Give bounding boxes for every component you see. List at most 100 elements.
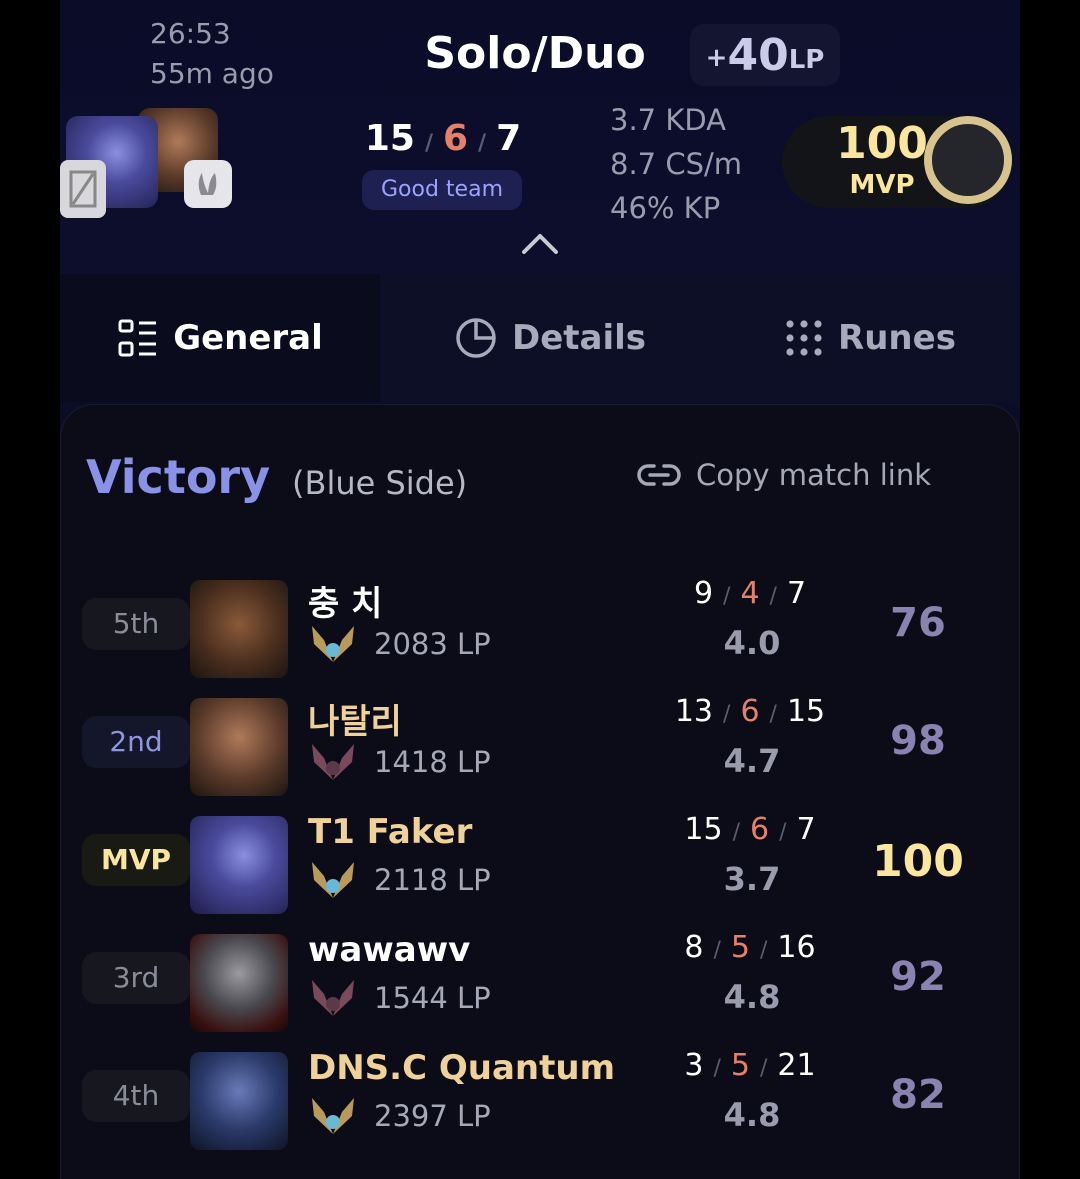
pie-chart-icon xyxy=(456,318,496,358)
cs-per-min: 8.7 CS/m xyxy=(610,147,743,181)
flash-spell-icon[interactable] xyxy=(60,160,106,218)
player-tier: 1544 LP xyxy=(308,976,491,1020)
deaths: 6 xyxy=(442,118,469,159)
team-badge: Good team xyxy=(362,170,522,210)
tier-emblem-icon xyxy=(312,1098,354,1134)
player-tier: 2118 LP xyxy=(308,858,491,902)
player-row[interactable]: 3rd wawawv 1544 LP 8/5/16 4.8 92 xyxy=(60,924,1020,1034)
deaths: 6 xyxy=(740,694,760,729)
player-name[interactable]: wawawv xyxy=(308,930,470,970)
champion-portrait[interactable] xyxy=(190,1052,288,1150)
kill-participation: 46% KP xyxy=(610,191,721,225)
player-lp: 2118 LP xyxy=(374,863,491,897)
match-card: 26:53 55m ago Solo/Duo + 40 LP 15/6/7 Go… xyxy=(60,0,1020,1179)
deaths: 6 xyxy=(750,812,770,847)
tab-runes[interactable]: Runes xyxy=(720,274,1020,402)
tab-general-label: General xyxy=(173,318,323,358)
kills: 8 xyxy=(684,930,704,965)
grid-dots-icon xyxy=(786,320,822,356)
deaths: 5 xyxy=(730,930,750,965)
player-rank: MVP xyxy=(82,834,190,886)
kills: 9 xyxy=(693,576,714,611)
player-lp: 1418 LP xyxy=(374,745,491,779)
team-side: (Blue Side) xyxy=(292,464,468,502)
kills: 3 xyxy=(684,1048,704,1083)
match-ago: 55m ago xyxy=(150,57,274,90)
lp-change-badge: + 40 LP xyxy=(690,24,840,86)
player-kda-ratio: 4.8 xyxy=(723,1096,781,1134)
assists: 7 xyxy=(496,118,522,159)
tab-runes-label: Runes xyxy=(838,318,956,358)
player-rank: 3rd xyxy=(82,952,190,1004)
player-score: 98 xyxy=(890,718,946,764)
player-row[interactable]: 5th 충 치 2083 LP 9/4/7 4.0 76 xyxy=(60,570,1020,680)
tab-bar: General Details Runes xyxy=(60,274,1020,402)
list-icon xyxy=(118,319,157,357)
copy-match-link-label: Copy match link xyxy=(696,458,932,492)
player-kda: 3/5/21 xyxy=(684,1048,816,1083)
player-name[interactable]: T1 Faker xyxy=(308,812,472,852)
player-kda-ratio: 4.8 xyxy=(723,978,781,1016)
player-lp: 2083 LP xyxy=(374,627,491,661)
player-kda-ratio: 3.7 xyxy=(723,860,781,898)
tier-emblem-icon xyxy=(312,626,354,662)
link-icon xyxy=(637,464,681,486)
kills: 15 xyxy=(684,812,723,847)
assists: 15 xyxy=(786,694,826,729)
lp-unit: LP xyxy=(788,45,825,75)
player-kda: 9/4/7 xyxy=(693,576,807,611)
mvp-label: MVP xyxy=(849,170,915,200)
kills: 15 xyxy=(364,118,415,159)
player-row[interactable]: 2nd 나탈리 1418 LP 13/6/15 4.7 98 xyxy=(60,688,1020,798)
tab-details[interactable]: Details xyxy=(380,274,720,402)
player-kda-ratio: 4.0 xyxy=(723,624,781,662)
tab-general[interactable]: General xyxy=(60,274,380,402)
lp-value: 40 xyxy=(727,29,789,81)
player-kda: 15/6/7 xyxy=(684,812,816,847)
player-name[interactable]: 나탈리 xyxy=(308,694,402,743)
score-ring-icon xyxy=(924,116,1012,204)
player-score: 92 xyxy=(890,954,946,1000)
match-stats: 3.7 KDA 8.7 CS/m 46% KP xyxy=(610,98,742,230)
player-rank: 2nd xyxy=(82,716,190,768)
player-name[interactable]: 충 치 xyxy=(308,576,382,625)
tab-details-label: Details xyxy=(511,318,647,358)
match-duration: 26:53 xyxy=(150,17,231,50)
assists: 7 xyxy=(796,812,816,847)
player-tier: 2397 LP xyxy=(308,1094,491,1138)
player-lp: 1544 LP xyxy=(374,981,491,1015)
rune-keystone-icon[interactable] xyxy=(184,160,232,208)
deaths: 4 xyxy=(740,576,760,611)
champion-portrait[interactable] xyxy=(190,934,288,1032)
tier-emblem-icon xyxy=(312,980,354,1016)
player-lp: 2397 LP xyxy=(374,1099,491,1133)
player-kda-ratio: 4.7 xyxy=(723,742,781,780)
lp-sign: + xyxy=(705,43,728,73)
champion-portrait[interactable] xyxy=(190,816,288,914)
match-time: 26:53 55m ago xyxy=(150,14,274,94)
copy-match-link-button[interactable]: Copy match link xyxy=(636,458,931,492)
champion-portrait[interactable] xyxy=(190,580,288,678)
assists: 7 xyxy=(786,576,807,611)
assists: 16 xyxy=(777,930,816,965)
champion-portrait[interactable] xyxy=(190,698,288,796)
assists: 21 xyxy=(777,1048,816,1083)
player-tier: 1418 LP xyxy=(308,740,491,784)
player-rank: 5th xyxy=(82,598,190,650)
kda-ratio: 3.7 KDA xyxy=(610,103,727,137)
kda-line: 15/6/7 xyxy=(364,118,522,159)
queue-type: Solo/Duo xyxy=(424,28,646,79)
player-rank: 4th xyxy=(82,1070,190,1122)
player-score: 100 xyxy=(872,836,964,887)
tier-emblem-icon xyxy=(312,744,354,780)
tier-emblem-icon xyxy=(312,862,354,898)
collapse-chevron-icon[interactable] xyxy=(520,228,560,258)
kills: 13 xyxy=(674,694,714,729)
result-title: Victory xyxy=(86,450,271,504)
player-name[interactable]: DNS.C Quantum xyxy=(308,1048,615,1088)
player-score: 76 xyxy=(890,600,946,646)
player-row[interactable]: 4th DNS.C Quantum 2397 LP 3/5/21 4.8 82 xyxy=(60,1042,1020,1152)
player-score: 82 xyxy=(890,1072,946,1118)
player-kda: 8/5/16 xyxy=(684,930,816,965)
player-row[interactable]: MVP T1 Faker 2118 LP 15/6/7 3.7 100 xyxy=(60,806,1020,916)
